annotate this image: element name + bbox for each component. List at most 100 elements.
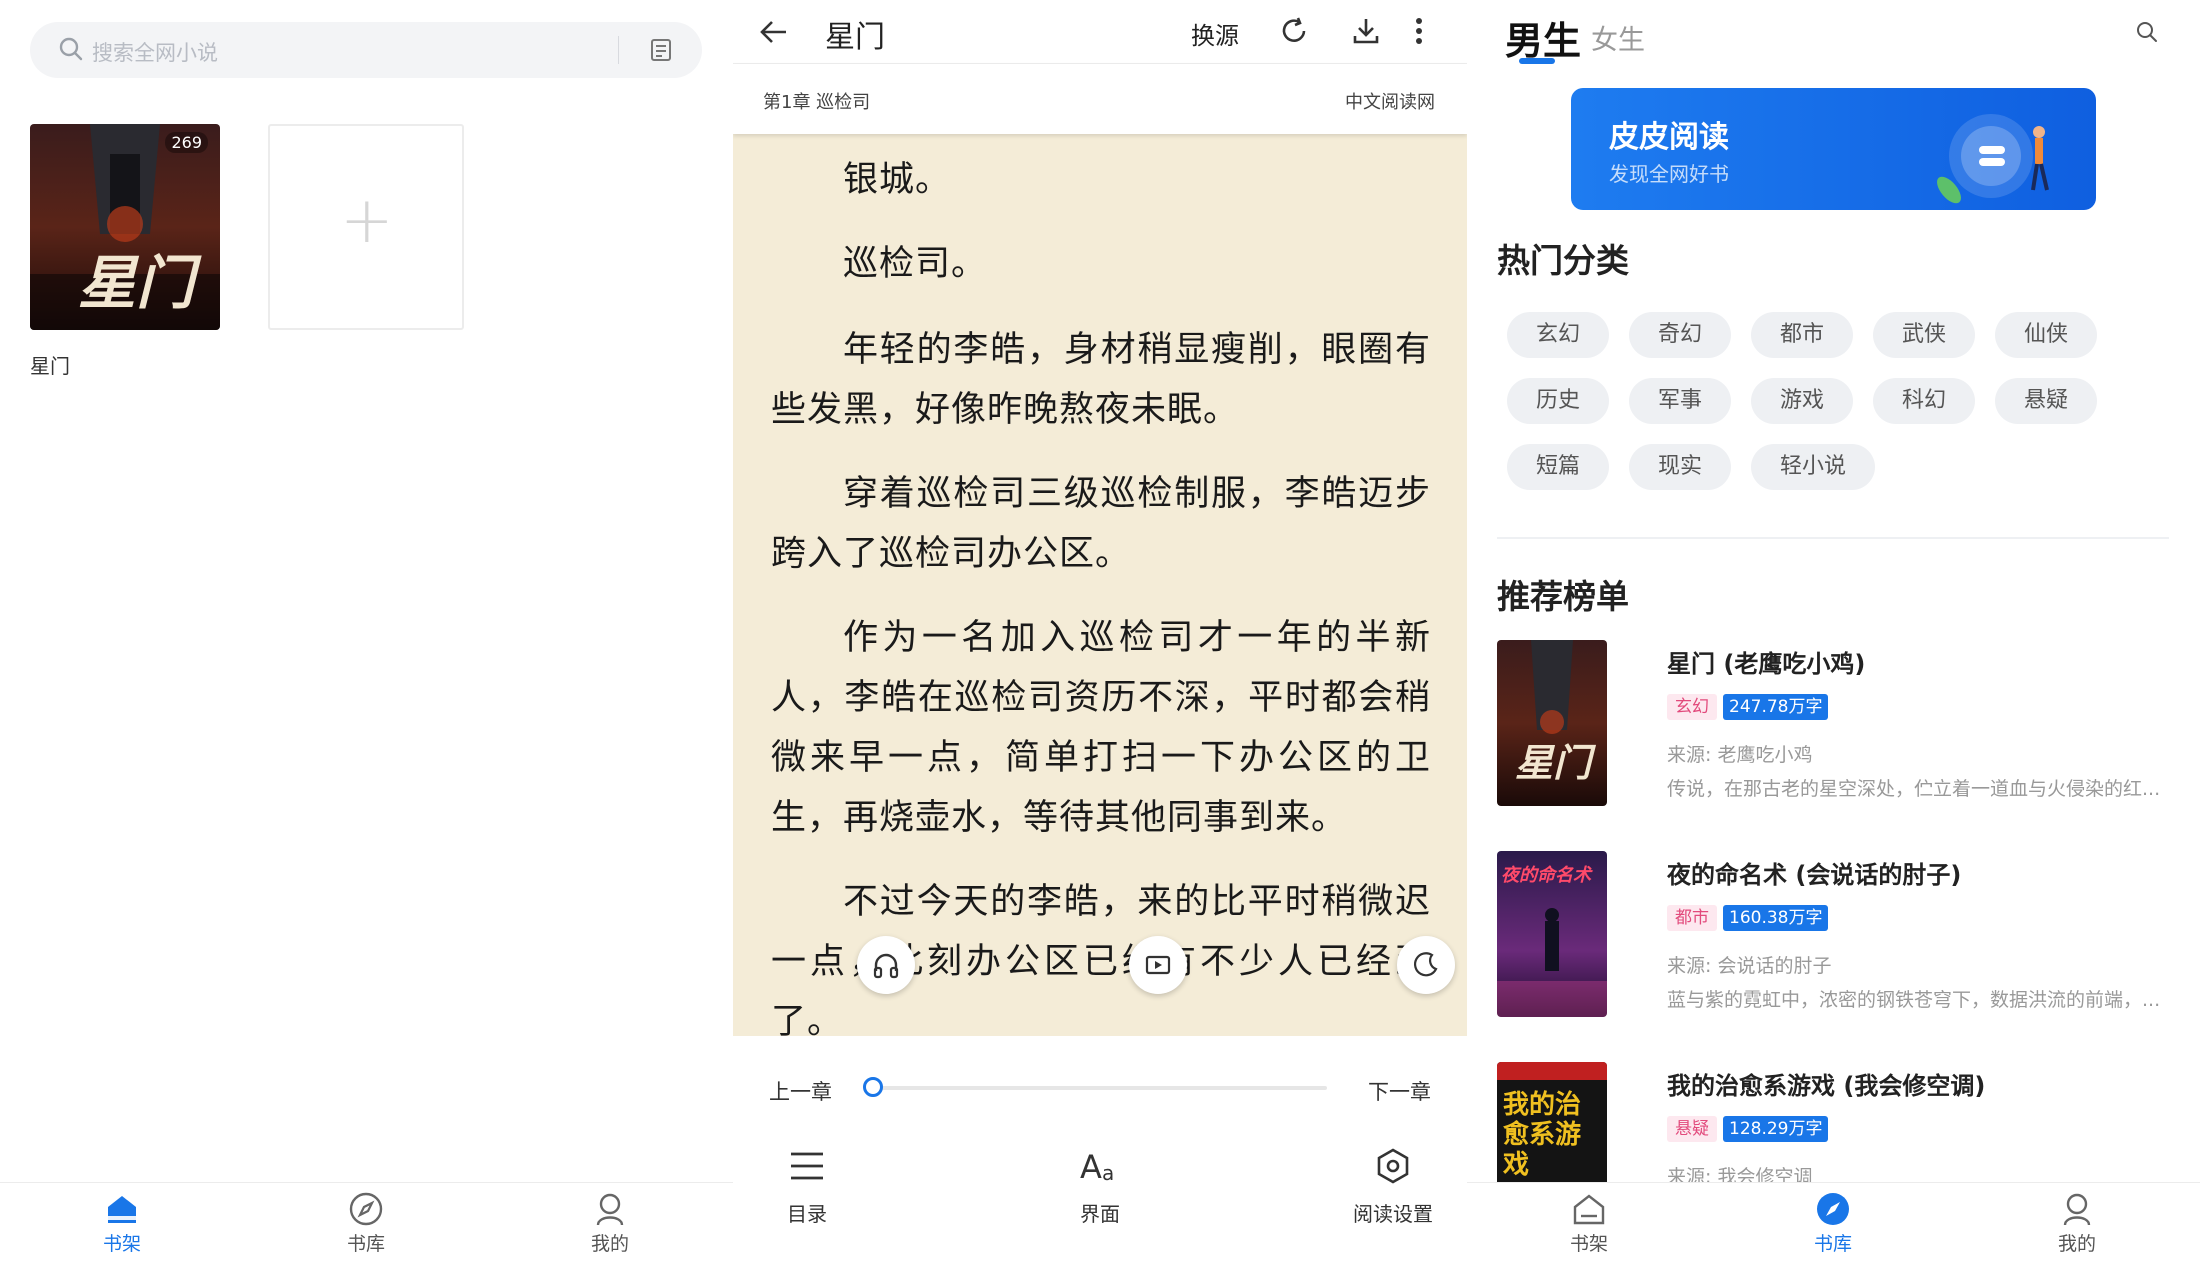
- more-vert-icon[interactable]: [1413, 16, 1425, 46]
- promo-banner[interactable]: 皮皮阅读 发现全网好书: [1571, 88, 2096, 210]
- prev-chapter-button[interactable]: 上一章: [769, 1076, 832, 1106]
- word-count-tag: 247.78万字: [1723, 694, 1829, 720]
- reader-screen: 星门 换源 第1章 巡检司 中文阅读网 银城。 巡检司。 年轻的李皓，身材稍显瘦…: [733, 0, 1467, 1262]
- library-screen: 男生 女生 皮皮阅读 发现全网好书 热门分类 玄幻 奇幻 都市 武侠 仙侠 历史 军事 游戏科…: [1467, 0, 2200, 1262]
- book-source: 来源: 会说话的肘子: [1667, 955, 1832, 977]
- svg-text:a: a: [1102, 1161, 1114, 1185]
- plus-icon: +: [340, 184, 394, 258]
- compass-icon: [349, 1192, 383, 1226]
- paragraph: 作为一名加入巡检司才一年的半新人，李皓在巡检司资历不深，平时都会稍微来早一点，简…: [771, 618, 1431, 838]
- change-source-button[interactable]: 换源: [1191, 16, 1239, 51]
- reader-bottom-menu: 上一章 下一章 目录 Aa 界面 阅读设置: [733, 1036, 1467, 1262]
- banner-title: 皮皮阅读: [1609, 120, 1729, 155]
- add-book-button[interactable]: +: [268, 124, 464, 330]
- category-chip[interactable]: 玄幻: [1507, 312, 1609, 358]
- list-icon: [791, 1152, 823, 1180]
- search-bar[interactable]: 搜索全网小说: [30, 22, 702, 78]
- search-input[interactable]: 搜索全网小说: [92, 37, 218, 67]
- book-cover: 星门: [1497, 640, 1607, 806]
- category-chip[interactable]: 现实: [1629, 444, 1731, 490]
- banner-subtitle: 发现全网好书: [1609, 162, 1729, 186]
- book-list-icon[interactable]: [650, 38, 672, 62]
- word-count-tag: 128.29万字: [1723, 1116, 1829, 1142]
- category-chip[interactable]: 科幻: [1873, 378, 1975, 424]
- genre-tag: 玄幻: [1667, 694, 1717, 720]
- listen-button[interactable]: [857, 936, 915, 994]
- book-source: 来源: 老鹰吃小鸡: [1667, 744, 1813, 766]
- auto-page-icon: [1145, 955, 1171, 975]
- category-chip[interactable]: 奇幻: [1629, 312, 1731, 358]
- tab-label: 书库: [346, 1233, 385, 1255]
- reading-content[interactable]: 银城。 巡检司。 年轻的李皓，身材稍显瘦削，眼圈有些发黑，好像昨晚熬夜未眠。 穿…: [733, 134, 1467, 1036]
- tab-library[interactable]: 书库: [306, 1191, 426, 1256]
- bottom-tab-bar: 书架 书库 我的: [0, 1182, 733, 1262]
- rank-heading: 推荐榜单: [1497, 577, 1629, 616]
- category-chip[interactable]: 游戏: [1751, 378, 1853, 424]
- menu-label: 目录: [787, 1202, 827, 1226]
- svg-text:A: A: [1080, 1148, 1102, 1186]
- progress-slider[interactable]: [871, 1086, 1327, 1090]
- divider: [1497, 537, 2169, 539]
- banner-illustration: [1937, 114, 2049, 204]
- compass-icon: [1817, 1193, 1849, 1225]
- cover-title: 夜的命名术: [1501, 865, 1591, 886]
- tab-library[interactable]: 书库: [1773, 1191, 1893, 1256]
- reading-settings-button[interactable]: 阅读设置: [1323, 1144, 1463, 1227]
- appearance-button[interactable]: Aa 界面: [1030, 1144, 1170, 1227]
- home-icon: [1573, 1194, 1605, 1225]
- tab-label: 我的: [590, 1233, 629, 1255]
- categories-heading: 热门分类: [1497, 241, 1629, 280]
- search-icon[interactable]: [2135, 20, 2159, 44]
- auto-page-button[interactable]: [1129, 936, 1187, 994]
- user-icon: [2063, 1193, 2091, 1226]
- bookshelf-screen: 搜索全网小说 269 星门 + 星门 书架 书库 我的: [0, 0, 733, 1262]
- paragraph: 巡检司。: [843, 244, 988, 284]
- chapter-info-bar: 第1章 巡检司 中文阅读网: [733, 64, 1467, 134]
- tab-bookshelf[interactable]: 书架: [1529, 1191, 1649, 1256]
- divider: [618, 36, 619, 64]
- night-mode-button[interactable]: [1397, 936, 1455, 994]
- list-item[interactable]: 星门 星门 (老鹰吃小鸡) 玄幻 247.78万字 来源: 老鹰吃小鸡 传说，在…: [1497, 640, 2177, 806]
- tab-female[interactable]: 女生: [1591, 18, 1645, 57]
- category-chip[interactable]: 武侠: [1873, 312, 1975, 358]
- progress-thumb[interactable]: [863, 1077, 883, 1097]
- update-count-badge: 269: [165, 132, 208, 153]
- book-description: 传说，在那古老的星空深处，伫立着一道血与火侵染的红...: [1667, 778, 2161, 800]
- back-arrow-icon[interactable]: [759, 18, 789, 46]
- category-chip[interactable]: 都市: [1751, 312, 1853, 358]
- book-title: 我的治愈系游戏 (我会修空调): [1667, 1072, 1986, 1100]
- category-chip[interactable]: 短篇: [1507, 444, 1609, 490]
- refresh-icon[interactable]: [1279, 16, 1309, 46]
- book-title[interactable]: 星门: [30, 350, 70, 379]
- tab-bookshelf[interactable]: 书架: [62, 1191, 182, 1256]
- book-description: 蓝与紫的霓虹中，浓密的钢铁苍穹下，数据洪流的前端，...: [1667, 989, 2161, 1011]
- toc-button[interactable]: 目录: [737, 1144, 877, 1227]
- book-title: 星门 (老鹰吃小鸡): [1667, 650, 1866, 678]
- cover-title: 星门: [78, 249, 195, 317]
- cover-title: 我的治愈系游戏: [1503, 1090, 1582, 1180]
- category-chip[interactable]: 仙侠: [1995, 312, 2097, 358]
- source-site: 中文阅读网: [1345, 92, 1435, 113]
- tab-profile[interactable]: 我的: [550, 1191, 670, 1256]
- home-icon: [108, 1196, 136, 1223]
- tab-male[interactable]: 男生: [1505, 10, 1581, 65]
- genre-tag: 悬疑: [1667, 1116, 1717, 1142]
- reader-toolbar: 星门 换源: [733, 0, 1467, 64]
- search-icon: [59, 37, 83, 61]
- settings-icon: [1377, 1148, 1409, 1184]
- menu-label: 阅读设置: [1353, 1202, 1433, 1226]
- download-icon[interactable]: [1351, 16, 1381, 46]
- tab-indicator: [1519, 58, 1555, 64]
- book-cover[interactable]: 269 星门: [30, 124, 220, 330]
- list-item[interactable]: 夜的命名术 夜的命名术 (会说话的肘子) 都市 160.38万字 来源: 会说话…: [1497, 851, 2177, 1017]
- book-title: 星门: [825, 20, 885, 55]
- next-chapter-button[interactable]: 下一章: [1368, 1076, 1431, 1106]
- tab-profile[interactable]: 我的: [2017, 1191, 2137, 1256]
- user-icon: [596, 1193, 624, 1226]
- category-chip[interactable]: 悬疑: [1995, 378, 2097, 424]
- chapter-name: 第1章 巡检司: [763, 92, 871, 113]
- category-chip[interactable]: 历史: [1507, 378, 1609, 424]
- category-chip[interactable]: 军事: [1629, 378, 1731, 424]
- category-chip[interactable]: 轻小说: [1751, 444, 1875, 490]
- word-count-tag: 160.38万字: [1723, 905, 1829, 931]
